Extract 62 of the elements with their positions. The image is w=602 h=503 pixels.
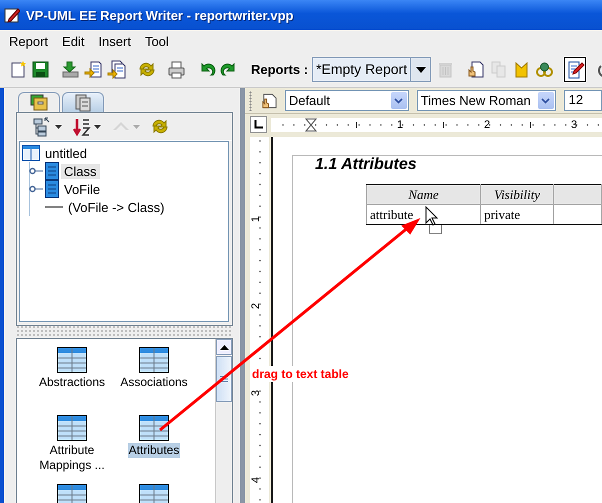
font-size-field[interactable]: 12 bbox=[564, 90, 602, 111]
ruler-number: 3 bbox=[570, 118, 578, 132]
ruler-number: 4 bbox=[250, 476, 262, 484]
ruler-number: 1 bbox=[250, 216, 262, 222]
scroll-up-icon bbox=[220, 344, 228, 350]
scrollbar[interactable] bbox=[215, 339, 232, 503]
reports-dropdown[interactable]: *Empty Report bbox=[312, 57, 432, 82]
menu-item[interactable]: Tool bbox=[138, 32, 176, 50]
sort-button[interactable] bbox=[72, 116, 101, 136]
app-icon bbox=[4, 7, 20, 23]
table-cell: private bbox=[480, 204, 554, 224]
edit-document-icon[interactable] bbox=[564, 57, 586, 82]
palette-item[interactable]: Attribute Mappings ... bbox=[37, 443, 107, 473]
hierarchy-button[interactable] bbox=[33, 116, 62, 136]
menu-item[interactable]: Edit bbox=[55, 32, 92, 50]
column-header: Visibility bbox=[480, 184, 554, 204]
table-icon bbox=[57, 484, 87, 503]
table-icon bbox=[139, 347, 169, 373]
grip-icon bbox=[220, 376, 228, 382]
dropdown-arrow-icon bbox=[416, 66, 426, 72]
tree-item[interactable]: VoFile bbox=[61, 182, 104, 196]
ruler-number: 2 bbox=[484, 118, 490, 132]
ruler-number: 2 bbox=[250, 302, 262, 310]
annotation-label: drag to text table bbox=[250, 366, 351, 382]
window-title: VP-UML EE Report Writer - reportwriter.vpp bbox=[26, 8, 294, 22]
table-icon bbox=[139, 415, 169, 441]
caret-icon bbox=[55, 124, 62, 128]
menu-item[interactable]: Report bbox=[2, 32, 56, 50]
palette-item[interactable] bbox=[138, 483, 170, 503]
caret-icon bbox=[133, 124, 140, 128]
caret-icon bbox=[94, 124, 101, 128]
menu-item[interactable]: Insert bbox=[91, 32, 138, 50]
palette-item[interactable] bbox=[56, 483, 88, 503]
splitter-handle[interactable] bbox=[16, 326, 232, 338]
class-icon bbox=[45, 162, 59, 180]
ruler-number: 3 bbox=[250, 390, 262, 396]
class-icon bbox=[45, 180, 59, 198]
tab-stop-icon bbox=[254, 120, 263, 129]
drag-cursor-icon bbox=[425, 206, 445, 234]
style-dropdown[interactable]: Default bbox=[284, 90, 409, 111]
indent-marker-icon bbox=[305, 118, 317, 132]
reports-label: Reports : bbox=[251, 62, 308, 77]
diagram-icon bbox=[22, 145, 40, 161]
font-dropdown[interactable]: Times New Roman bbox=[416, 90, 556, 111]
association-line-icon bbox=[45, 205, 63, 209]
tree-item[interactable]: (VoFile -> Class) bbox=[65, 200, 168, 214]
palette-item[interactable]: Attributes bbox=[128, 443, 180, 458]
panel-tab[interactable] bbox=[62, 92, 104, 112]
tree-item[interactable]: Class bbox=[61, 164, 100, 178]
table-icon bbox=[57, 415, 87, 441]
palette-item[interactable]: Associations bbox=[119, 375, 189, 390]
folders-icon bbox=[29, 92, 49, 112]
panel-tab[interactable] bbox=[18, 92, 60, 112]
column-header: Name bbox=[366, 184, 481, 204]
table-icon bbox=[57, 347, 87, 373]
sort-icon bbox=[72, 116, 92, 136]
palette-item[interactable]: Abstractions bbox=[38, 375, 106, 390]
section-heading: 1.1 Attributes bbox=[314, 156, 418, 175]
ruler-number: 1 bbox=[396, 118, 404, 132]
tree-item[interactable]: untitled bbox=[42, 146, 90, 160]
cabinet-icon bbox=[73, 92, 93, 112]
table-icon bbox=[139, 484, 169, 503]
